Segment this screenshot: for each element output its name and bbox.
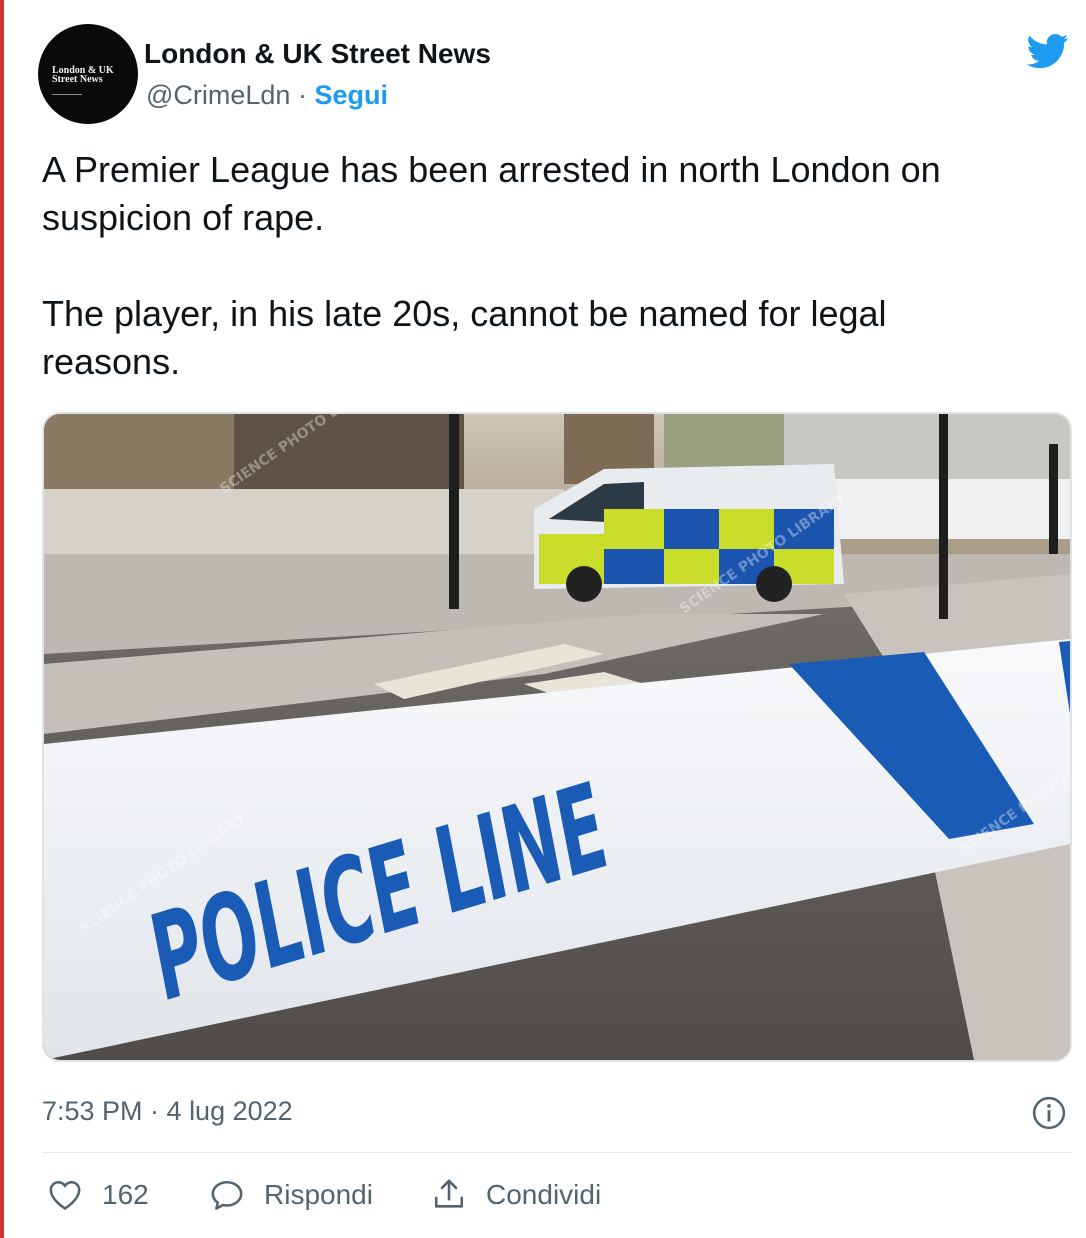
tweet-text: A Premier League has been arrested in no… — [42, 149, 941, 382]
tweet-card: London & UK Street News London & UK Stre… — [4, 0, 1086, 1238]
actions-divider — [42, 1152, 1072, 1153]
avatar-logo-text: London & UK Street News — [52, 65, 114, 85]
like-count: 162 — [102, 1179, 149, 1210]
author-handle[interactable]: @CrimeLdn — [146, 80, 290, 110]
reply-bubble-icon — [211, 1180, 243, 1210]
follow-button[interactable]: Segui — [314, 80, 388, 110]
police-line-photo: POLICE LINE SCIENCE PHOTO LIBRARY SCIENC… — [44, 414, 1070, 1060]
avatar[interactable]: London & UK Street News — [38, 24, 138, 124]
like-button[interactable]: 162 — [48, 1170, 149, 1220]
reply-button[interactable]: Rispondi — [210, 1170, 373, 1220]
twitter-bird-icon[interactable] — [1022, 30, 1074, 72]
share-icon — [434, 1179, 464, 1208]
avatar-logo-rule — [52, 94, 82, 95]
info-icon[interactable] — [1032, 1096, 1066, 1130]
share-label: Condividi — [486, 1179, 602, 1210]
author-name[interactable]: London & UK Street News — [144, 38, 491, 70]
heart-icon — [49, 1180, 81, 1210]
share-button[interactable]: Condividi — [432, 1170, 601, 1220]
reply-label: Rispondi — [264, 1179, 373, 1210]
tweet-timestamp[interactable]: 7:53 PM · 4 lug 2022 — [42, 1096, 293, 1127]
handle-separator: · — [290, 80, 315, 110]
author-handle-row: @CrimeLdn · Segui — [146, 80, 388, 111]
tweet-media-image[interactable]: POLICE LINE SCIENCE PHOTO LIBRARY SCIENC… — [42, 412, 1072, 1062]
